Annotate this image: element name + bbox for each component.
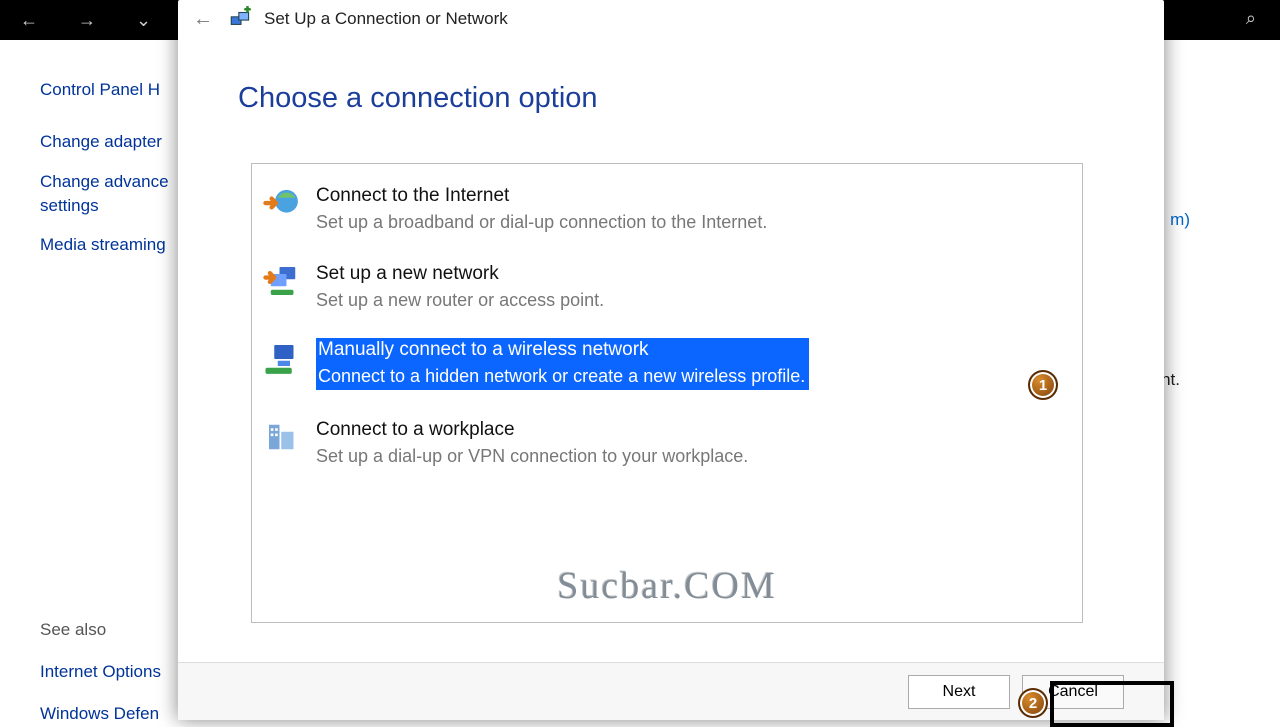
next-button[interactable]: Next — [908, 675, 1010, 709]
option-title: Connect to a workplace — [316, 418, 748, 442]
nav-back-icon[interactable]: ← — [20, 10, 38, 31]
globe-arrow-icon — [262, 182, 304, 224]
option-desc: Connect to a hidden network or create a … — [318, 364, 805, 388]
see-also-internet-options[interactable]: Internet Options — [40, 662, 161, 682]
wizard-back-icon[interactable]: ← — [188, 8, 218, 31]
option-connect-workplace[interactable]: Connect to a workplace Set up a dial-up … — [252, 398, 1082, 476]
see-also-section: See also Internet Options Windows Defen — [40, 620, 161, 724]
router-icon — [262, 260, 304, 302]
wizard-main-heading: Choose a connection option — [238, 82, 598, 115]
option-title: Connect to the Internet — [316, 184, 767, 208]
option-manual-wireless[interactable]: Manually connect to a wireless network C… — [252, 320, 1082, 398]
see-also-label: See also — [40, 620, 161, 640]
step-badge-1: 1 — [1028, 370, 1058, 400]
buildings-icon — [262, 416, 304, 458]
nav-forward-icon[interactable]: → — [78, 10, 96, 31]
option-desc: Set up a broadband or dial-up connection… — [316, 210, 767, 234]
option-desc: Set up a new router or access point. — [316, 288, 604, 312]
search-icon[interactable]: ⌕ — [1246, 8, 1256, 29]
wizard-header: ← Set Up a Connection or Network — [178, 0, 1164, 40]
option-desc: Set up a dial-up or VPN connection to yo… — [316, 444, 748, 468]
nav-dropdown-icon[interactable]: ⌄ — [136, 10, 151, 31]
option-title: Manually connect to a wireless network — [318, 338, 805, 362]
wizard-dialog: ← Set Up a Connection or Network Choose … — [178, 0, 1164, 720]
connection-options-list: Connect to the Internet Set up a broadba… — [251, 163, 1083, 623]
see-also-windows-defender[interactable]: Windows Defen — [40, 704, 161, 724]
wizard-footer: Next Cancel — [178, 662, 1164, 720]
partial-homegroup-link[interactable]: m) — [1170, 210, 1190, 230]
option-connect-internet[interactable]: Connect to the Internet Set up a broadba… — [252, 164, 1082, 242]
network-setup-icon — [228, 6, 254, 32]
watermark-text: Sucbar.COM — [557, 564, 777, 608]
step-badge-2: 2 — [1018, 688, 1048, 718]
option-setup-network[interactable]: Set up a new network Set up a new router… — [252, 242, 1082, 320]
wireless-icon — [262, 338, 304, 380]
wizard-header-title: Set Up a Connection or Network — [264, 9, 508, 29]
option-title: Set up a new network — [316, 262, 604, 286]
